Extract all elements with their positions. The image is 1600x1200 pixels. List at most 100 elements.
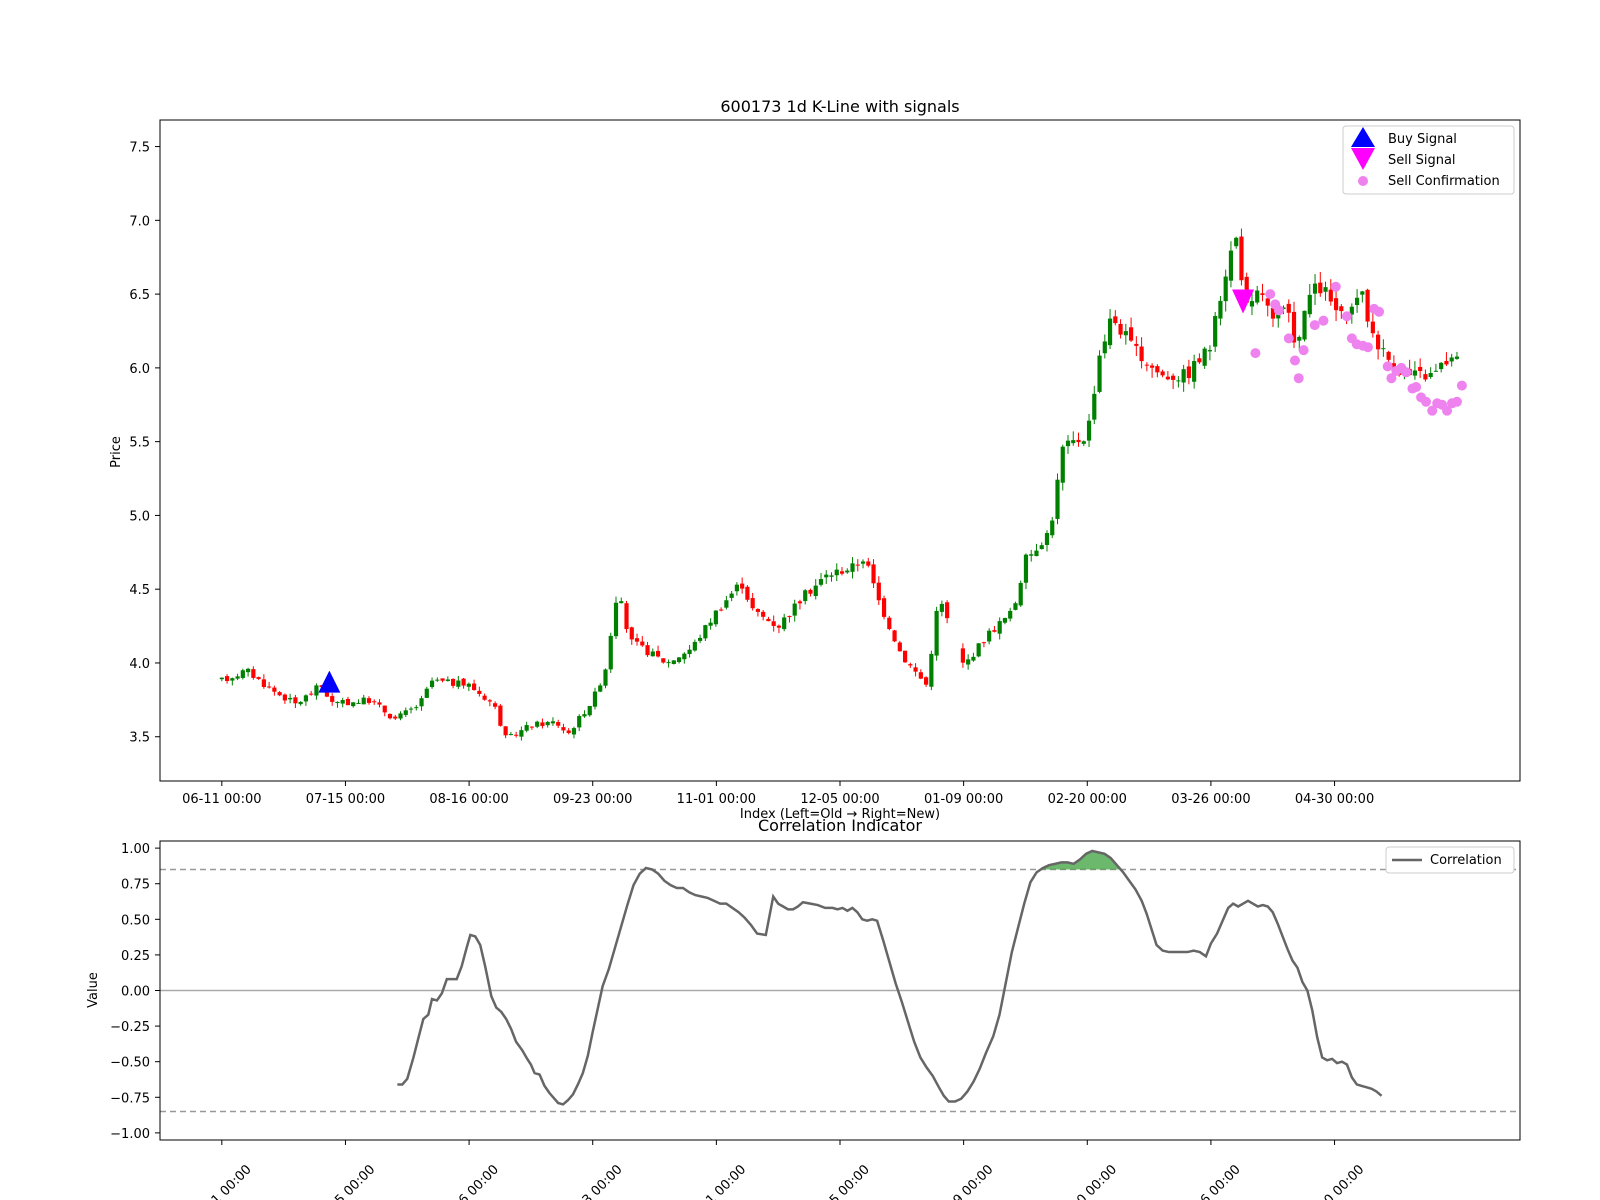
kline-y-tick-label: 4.5 xyxy=(129,583,150,598)
candle-body xyxy=(1202,348,1207,366)
correlation-y-tick-label: 1.00 xyxy=(121,842,150,857)
correlation-x-tick-label: 1 00:00 xyxy=(209,1162,255,1200)
candle-body xyxy=(272,687,277,692)
candle-body xyxy=(1265,298,1270,306)
candle-body xyxy=(1181,369,1186,383)
sell-confirmation-marker xyxy=(1374,306,1385,317)
candle-body xyxy=(850,563,855,572)
candle-body xyxy=(1013,603,1018,610)
candle-body xyxy=(1186,366,1191,379)
sell-confirmation-marker xyxy=(1298,345,1309,356)
candle-body xyxy=(577,716,582,728)
candle-body xyxy=(519,730,524,737)
candle-body xyxy=(561,727,566,731)
candle-body xyxy=(524,725,529,731)
kline-y-axis-label: Price xyxy=(109,436,124,468)
candle-body xyxy=(1302,310,1307,340)
candle-body xyxy=(1428,372,1433,378)
correlation-legend-label: Correlation xyxy=(1430,853,1502,868)
candle-body xyxy=(1197,358,1202,363)
candle-body xyxy=(424,688,429,698)
kline-y-tick-label: 6.0 xyxy=(129,362,150,377)
candle-body xyxy=(345,698,351,706)
sell-confirmation-legend-marker xyxy=(1358,176,1368,186)
candle-body xyxy=(734,584,739,592)
candle-body xyxy=(240,670,245,678)
candle-body xyxy=(750,598,755,609)
candle-body xyxy=(1223,276,1228,302)
candle-body xyxy=(1339,306,1344,312)
correlation-series xyxy=(397,849,1383,1106)
candle-body xyxy=(1381,348,1386,350)
candle-body xyxy=(1165,376,1170,380)
candle-body xyxy=(1092,393,1097,420)
correlation-legend: Correlation xyxy=(1385,846,1515,874)
correlation-x-tick-label: 30 00:00 xyxy=(1316,1162,1368,1200)
candle-body xyxy=(971,656,976,661)
candle-body xyxy=(981,642,987,644)
candle-body xyxy=(839,571,845,574)
candle-body xyxy=(340,700,345,704)
candle-body xyxy=(1113,316,1118,324)
buy-signal-legend-label: Buy Signal xyxy=(1388,132,1457,147)
kline-x-tick-label: 06-11 00:00 xyxy=(182,792,261,807)
correlation-y-tick-label: 0.75 xyxy=(121,878,150,893)
candle-body xyxy=(235,676,240,679)
candle-body xyxy=(377,702,382,705)
kline-panel: 600173 1d K-Line with signals Price Inde… xyxy=(109,97,1521,822)
correlation-ticks: −1.00 −0.75 −0.50 −0.25 0.00 0.25 0.50 0.75 1.00… xyxy=(110,842,1367,1200)
candle-body xyxy=(309,693,314,695)
candle-body xyxy=(267,686,272,688)
kline-x-tick-label: 04-30 00:00 xyxy=(1295,792,1374,807)
kline-y-tick-label: 7.0 xyxy=(129,214,150,229)
candle-body xyxy=(818,579,824,585)
candle-body xyxy=(1055,479,1060,519)
candle-body xyxy=(493,703,498,707)
candle-body xyxy=(698,637,703,641)
candle-body xyxy=(834,569,839,576)
candle-body xyxy=(892,630,897,642)
candle-body xyxy=(550,721,556,724)
candle-body xyxy=(1107,318,1113,346)
kline-plot-frame xyxy=(159,119,1521,782)
candle-body xyxy=(824,574,829,578)
candle-body xyxy=(288,698,293,700)
candle-body xyxy=(682,653,687,660)
candle-body xyxy=(813,585,818,596)
correlation-y-tick-label: 0.50 xyxy=(121,913,150,928)
candle-body xyxy=(619,601,624,604)
candle-body xyxy=(293,697,298,704)
candle-body xyxy=(608,635,613,670)
candle-body xyxy=(655,650,661,657)
candle-body xyxy=(1260,293,1265,295)
candle-body xyxy=(1218,300,1223,319)
sell-confirmation-marker xyxy=(1411,382,1422,393)
correlation-reference-lines xyxy=(160,868,1520,1113)
candle-body xyxy=(924,677,929,685)
candle-body xyxy=(592,691,598,707)
kline-x-tick-label: 08-16 00:00 xyxy=(429,792,508,807)
correlation-x-tick-label: 23 00:00 xyxy=(574,1162,626,1200)
candle-body xyxy=(445,679,450,682)
candle-body xyxy=(1312,283,1318,294)
sell-signal-legend-label: Sell Signal xyxy=(1388,153,1456,168)
candle-body xyxy=(256,677,261,679)
candle-body xyxy=(440,678,445,681)
candle-body xyxy=(766,618,771,622)
candle-body xyxy=(351,702,356,707)
sell-confirmation-marker xyxy=(1293,373,1304,384)
candle-body xyxy=(1412,370,1417,376)
candle-body xyxy=(251,669,256,678)
candle-body xyxy=(787,616,792,618)
kline-x-tick-label: 03-26 00:00 xyxy=(1171,792,1250,807)
candle-body xyxy=(755,608,761,612)
candle-body xyxy=(945,602,950,619)
candle-body xyxy=(676,657,682,663)
candle-body xyxy=(1213,315,1218,347)
candle-body xyxy=(797,601,803,604)
candle-body xyxy=(477,690,482,694)
correlation-y-axis-label: Value xyxy=(86,972,101,1008)
kline-x-tick-label: 11-01 00:00 xyxy=(677,792,756,807)
candle-body xyxy=(876,582,881,601)
sell-confirmation-marker xyxy=(1421,396,1432,407)
